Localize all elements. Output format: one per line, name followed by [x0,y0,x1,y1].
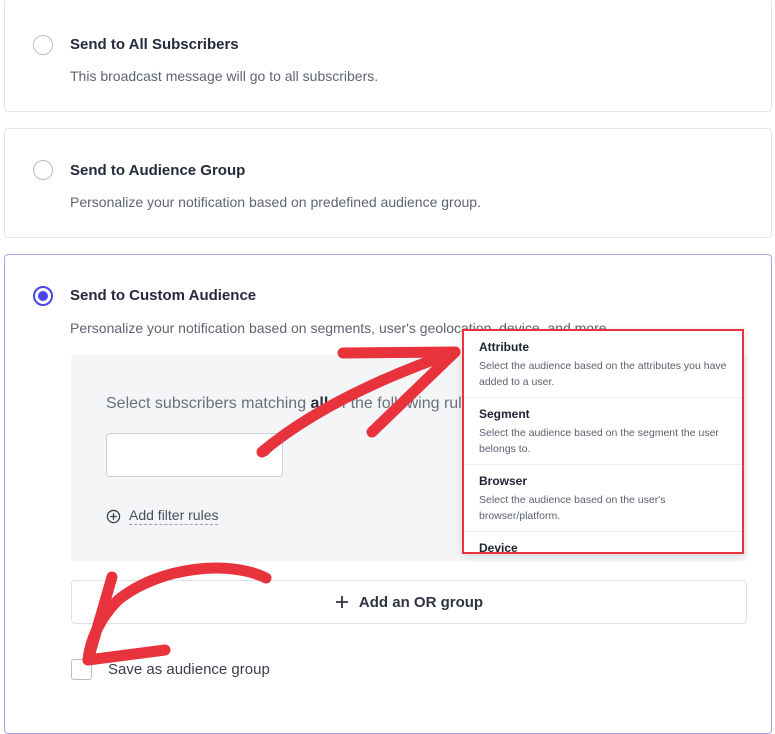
option-card-all-subscribers[interactable]: Send to All Subscribers This broadcast m… [4,0,772,112]
filter-rule-select[interactable] [106,433,283,477]
plus-icon [335,596,348,608]
add-filter-label: Add filter rules [129,507,219,525]
option-card-audience-group[interactable]: Send to Audience Group Personalize your … [4,128,772,238]
save-audience-group-checkbox[interactable] [71,659,92,680]
option-description: This broadcast message will go to all su… [70,68,379,84]
option-description: Personalize your notification based on p… [70,194,481,210]
dropdown-item-title: Browser [479,474,528,488]
option-title: Send to All Subscribers [70,36,239,53]
dropdown-item-attribute[interactable]: Attribute Select the audience based on t… [464,331,742,398]
match-rule-text: Select subscribers matching all of the f… [106,395,483,413]
save-audience-group-label: Save as audience group [108,661,270,678]
dropdown-item-title: Segment [479,407,530,421]
chevron-down-icon [262,450,272,457]
radio-all-subscribers[interactable] [33,35,53,55]
radio-custom-audience[interactable] [33,286,53,306]
add-or-group-button[interactable]: Add an OR group [71,580,747,624]
add-or-group-label: Add an OR group [358,593,484,611]
dropdown-item-description: Select the audience based on the attribu… [479,360,727,388]
dropdown-item-description: Select the audience based on the segment… [479,427,719,455]
dropdown-item-title: Attribute [479,340,529,354]
plus-circle-icon [106,509,121,523]
dropdown-item-segment[interactable]: Segment Select the audience based on the… [464,398,742,465]
dropdown-item-device[interactable]: Device [464,532,742,566]
match-mode[interactable]: all [311,395,329,412]
add-filter-rules-link[interactable]: Add filter rules [106,507,219,525]
match-prefix: Select subscribers matching [106,395,311,412]
dropdown-item-description: Select the audience based on the user's … [479,494,666,522]
dropdown-item-title: Device [479,541,518,555]
dropdown-item-browser[interactable]: Browser Select the audience based on the… [464,465,742,532]
option-title: Send to Custom Audience [70,287,257,304]
radio-audience-group[interactable] [33,160,53,180]
option-title: Send to Audience Group [70,162,246,179]
filter-type-dropdown: Attribute Select the audience based on t… [462,329,744,555]
match-suffix: of the following rules: [328,395,484,412]
